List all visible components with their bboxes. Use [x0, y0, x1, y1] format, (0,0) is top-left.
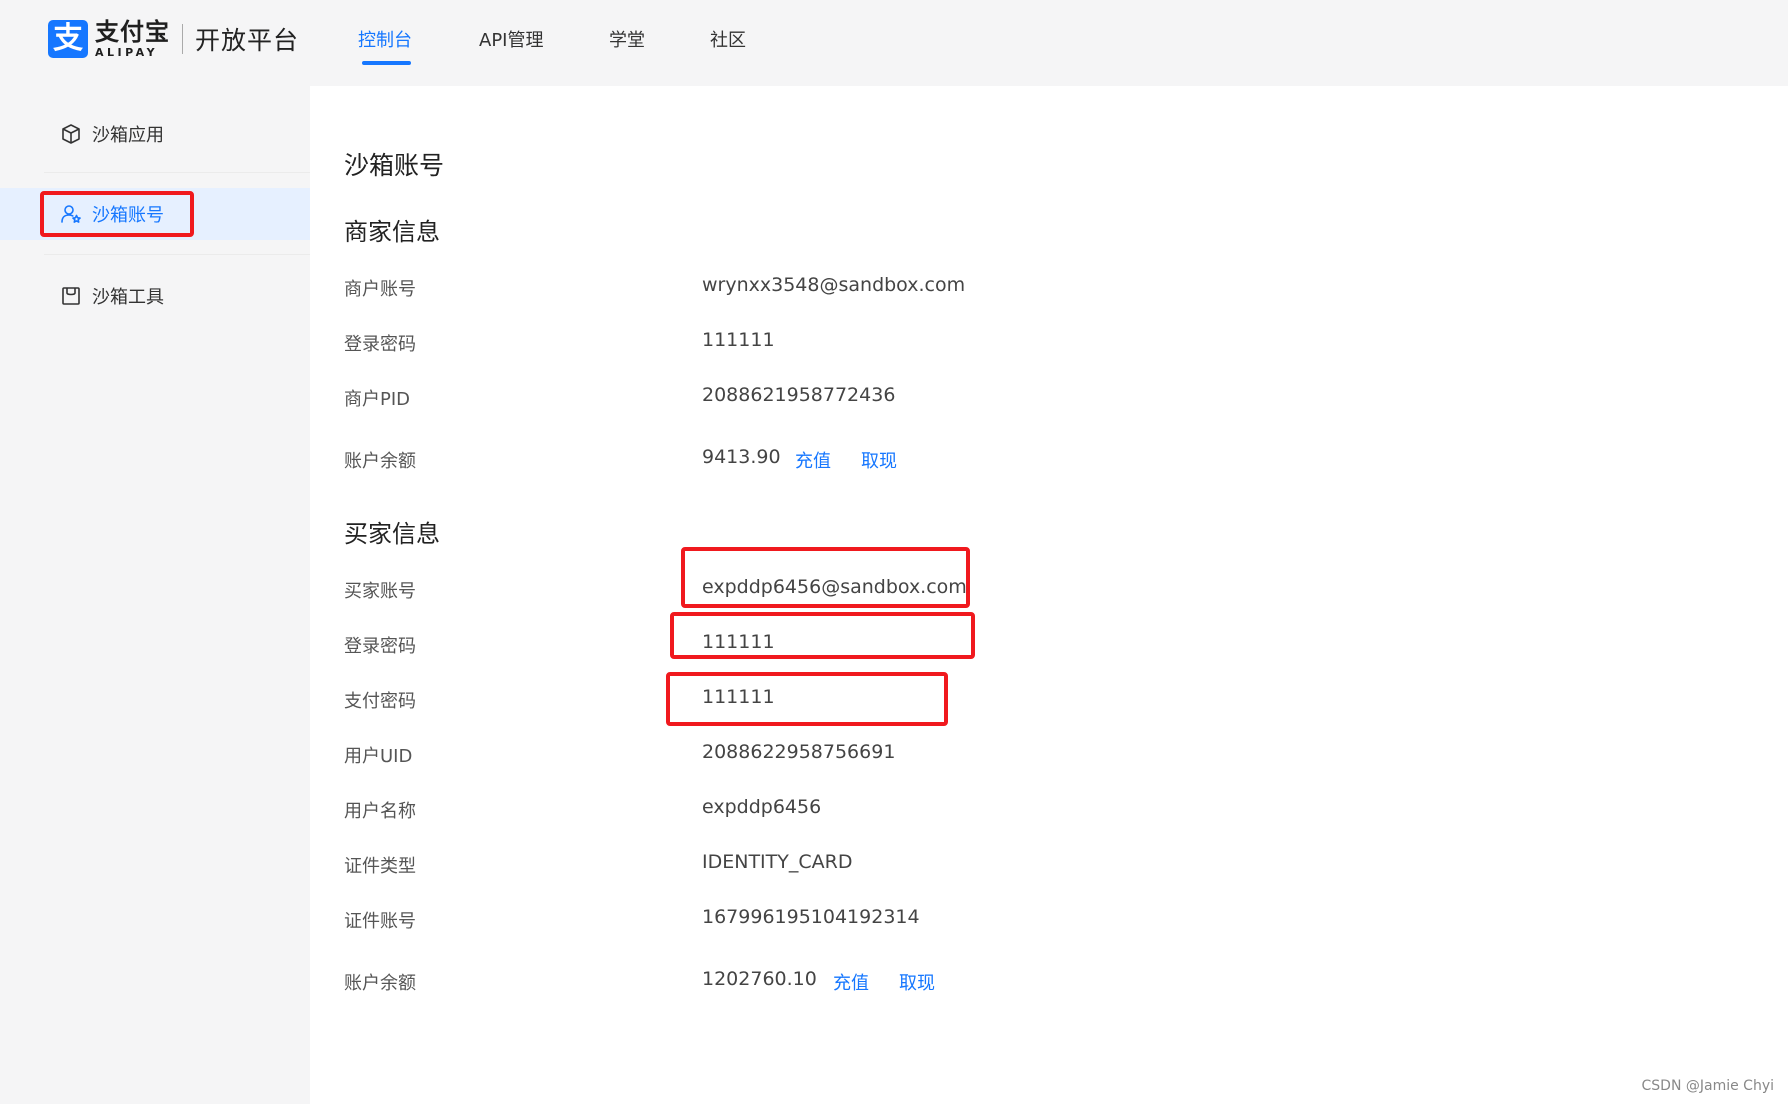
- buyer-account-label: 买家账号: [344, 581, 416, 602]
- buyer-section-title: 买家信息: [344, 520, 440, 548]
- buyer-uid-value: 2088622958756691: [702, 741, 896, 763]
- sidebar-item-sandbox-app[interactable]: 沙箱应用: [0, 108, 310, 160]
- user-star-icon: [60, 203, 82, 225]
- logo-divider: [182, 24, 183, 54]
- buyer-pay-password-label: 支付密码: [344, 691, 416, 712]
- nav-api-management[interactable]: API管理: [479, 26, 543, 52]
- sidebar-item-sandbox-account[interactable]: 沙箱账号: [0, 188, 310, 240]
- buyer-id-type-value: IDENTITY_CARD: [702, 851, 853, 873]
- merchant-balance-value: 9413.90: [702, 446, 781, 468]
- buyer-login-password-label: 登录密码: [344, 636, 416, 657]
- buyer-login-password-value: 111111: [702, 631, 775, 653]
- merchant-withdraw-link[interactable]: 取现: [861, 447, 897, 473]
- buyer-id-number-value: 167996195104192314: [702, 906, 920, 928]
- merchant-login-password-label: 登录密码: [344, 334, 416, 355]
- sidebar-item-label: 沙箱应用: [92, 125, 164, 146]
- buyer-account-value: expddp6456@sandbox.com: [702, 576, 967, 598]
- buyer-balance-label: 账户余额: [344, 973, 416, 994]
- nav-school[interactable]: 学堂: [609, 26, 645, 52]
- buyer-id-number-label: 证件账号: [344, 911, 416, 932]
- page-title: 沙箱账号: [344, 151, 445, 180]
- sidebar-divider: [44, 172, 310, 173]
- sidebar: 沙箱应用 沙箱账号 沙箱工具: [0, 86, 310, 1104]
- alipay-logo[interactable]: 支 支付宝 ALIPAY 开放平台: [48, 20, 299, 58]
- merchant-recharge-link[interactable]: 充值: [795, 447, 831, 473]
- nav-console[interactable]: 控制台: [358, 26, 412, 52]
- logo-en: ALIPAY: [95, 46, 159, 59]
- buyer-id-type-label: 证件类型: [344, 856, 416, 877]
- sidebar-divider: [44, 254, 310, 255]
- buyer-username-value: expddp6456: [702, 796, 822, 818]
- buyer-pay-password-value: 111111: [702, 686, 775, 708]
- merchant-account-label: 商户账号: [344, 279, 416, 300]
- bag-icon: [60, 285, 82, 307]
- nav-active-underline: [362, 61, 411, 65]
- merchant-balance-label: 账户余额: [344, 451, 416, 472]
- main-panel: 沙箱账号 商家信息 商户账号 wrynxx3548@sandbox.com 登录…: [310, 86, 1788, 1104]
- buyer-balance-value: 1202760.10: [702, 968, 817, 990]
- logo-cn: 支付宝: [95, 18, 170, 46]
- buyer-uid-label: 用户UID: [344, 746, 413, 767]
- top-header: 支 支付宝 ALIPAY 开放平台 控制台 API管理 学堂 社区: [0, 0, 1788, 86]
- buyer-recharge-link[interactable]: 充值: [833, 969, 869, 995]
- nav-community[interactable]: 社区: [710, 26, 746, 52]
- logo-subtitle: 开放平台: [195, 26, 300, 55]
- cube-icon: [60, 123, 82, 145]
- sidebar-item-label: 沙箱工具: [92, 287, 164, 308]
- merchant-login-password-value: 111111: [702, 329, 775, 351]
- buyer-username-label: 用户名称: [344, 801, 416, 822]
- merchant-pid-label: 商户PID: [344, 389, 411, 410]
- logo-text: 支付宝 ALIPAY: [95, 20, 170, 58]
- buyer-withdraw-link[interactable]: 取现: [899, 969, 935, 995]
- merchant-pid-value: 2088621958772436: [702, 384, 896, 406]
- watermark: CSDN @Jamie Chyi: [1641, 1078, 1775, 1094]
- merchant-account-value: wrynxx3548@sandbox.com: [702, 274, 966, 296]
- merchant-section-title: 商家信息: [344, 218, 440, 246]
- sidebar-item-sandbox-tools[interactable]: 沙箱工具: [0, 270, 310, 322]
- sidebar-item-label: 沙箱账号: [92, 205, 164, 226]
- alipay-logo-icon: 支: [48, 20, 88, 58]
